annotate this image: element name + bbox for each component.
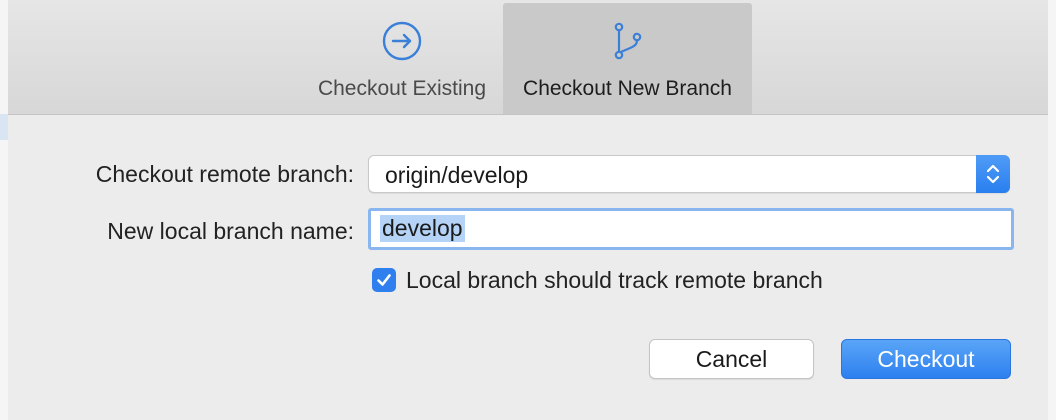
checkout-button[interactable]: Checkout xyxy=(841,339,1011,379)
tab-label: Checkout Existing xyxy=(317,77,487,100)
dialog-toolbar: Checkout Existing Checkout New Branch xyxy=(8,0,1048,115)
tab-label: Checkout New Branch xyxy=(523,77,732,100)
checkout-dialog: Checkout Existing Checkout New Branch Ch… xyxy=(8,0,1048,420)
local-branch-name-input[interactable]: develop xyxy=(368,208,1014,250)
local-branch-name-value: develop xyxy=(380,215,465,242)
remote-branch-value: origin/develop xyxy=(385,162,529,188)
tab-checkout-new-branch[interactable]: Checkout New Branch xyxy=(503,3,752,114)
track-remote-label[interactable]: Local branch should track remote branch xyxy=(406,267,823,294)
remote-branch-select[interactable]: origin/develop xyxy=(368,155,1010,193)
checkmark-icon xyxy=(377,274,391,286)
tab-checkout-existing[interactable]: Checkout Existing xyxy=(304,3,500,114)
chevron-up-down-icon[interactable] xyxy=(976,155,1010,193)
local-branch-label: New local branch name: xyxy=(107,218,354,244)
background-window-right xyxy=(1047,0,1056,420)
track-remote-checkbox[interactable] xyxy=(372,268,396,292)
arrow-circle-right-icon xyxy=(380,19,424,63)
cancel-button[interactable]: Cancel xyxy=(649,339,814,379)
background-selected-row xyxy=(0,114,8,140)
git-branch-icon xyxy=(606,19,650,63)
remote-branch-label: Checkout remote branch: xyxy=(95,161,354,187)
